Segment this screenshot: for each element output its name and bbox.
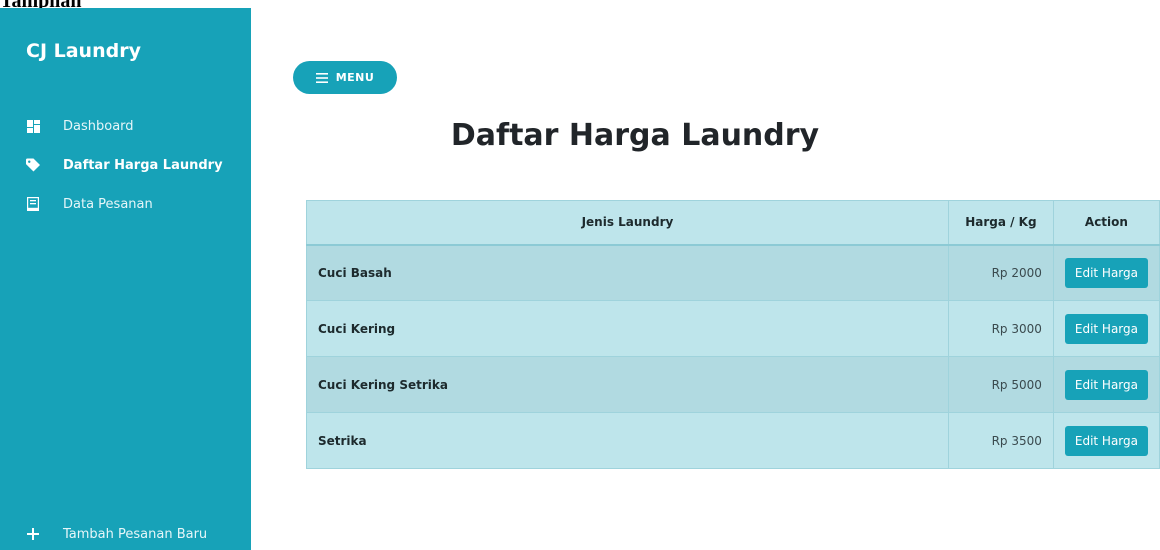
cell-action: Edit Harga <box>1052 356 1160 413</box>
cell-action: Edit Harga <box>1052 244 1160 301</box>
sidebar-item-label: Daftar Harga Laundry <box>63 157 223 173</box>
sidebar-item-dashboard[interactable]: Dashboard <box>26 114 134 138</box>
sidebar-item-daftar-harga[interactable]: Daftar Harga Laundry <box>26 153 223 177</box>
menu-button-label: MENU <box>335 71 375 84</box>
cell-harga: Rp 3000 <box>947 300 1054 357</box>
cell-harga: Rp 2000 <box>947 244 1054 301</box>
table-row: Cuci Kering Setrika Rp 5000 Edit Harga <box>306 356 1160 413</box>
hamburger-icon <box>315 72 328 83</box>
column-header-harga: Harga / Kg <box>947 200 1054 246</box>
table-header-row: Jenis Laundry Harga / Kg Action <box>306 200 1160 246</box>
table-row: Setrika Rp 3500 Edit Harga <box>306 412 1160 469</box>
cell-jenis: Setrika <box>306 412 949 469</box>
tag-icon <box>26 158 40 172</box>
cell-jenis: Cuci Kering Setrika <box>306 356 949 413</box>
cell-harga: Rp 3500 <box>947 412 1054 469</box>
edit-harga-button[interactable]: Edit Harga <box>1064 425 1148 456</box>
cell-jenis: Cuci Basah <box>306 244 949 301</box>
sidebar: CJ Laundry Dashboard Daftar Harga Laundr… <box>0 8 251 550</box>
cell-action: Edit Harga <box>1052 412 1160 469</box>
sidebar-item-label: Data Pesanan <box>63 196 153 212</box>
receipt-icon <box>26 197 40 211</box>
table-row: Cuci Basah Rp 2000 Edit Harga <box>306 244 1160 301</box>
column-header-action: Action <box>1052 200 1160 246</box>
sidebar-item-data-pesanan[interactable]: Data Pesanan <box>26 192 153 216</box>
price-table: Jenis Laundry Harga / Kg Action Cuci Bas… <box>306 200 1160 469</box>
sidebar-item-label: Dashboard <box>63 118 134 134</box>
sidebar-item-tambah-pesanan[interactable]: Tambah Pesanan Baru <box>26 522 207 546</box>
cell-action: Edit Harga <box>1052 300 1160 357</box>
sidebar-item-label: Tambah Pesanan Baru <box>63 526 208 542</box>
cell-harga: Rp 5000 <box>947 356 1054 413</box>
menu-button[interactable]: MENU <box>293 61 397 94</box>
cell-jenis: Cuci Kering <box>306 300 949 357</box>
edit-harga-button[interactable]: Edit Harga <box>1064 369 1148 400</box>
edit-harga-button[interactable]: Edit Harga <box>1064 257 1148 288</box>
brand-title[interactable]: CJ Laundry <box>26 40 141 62</box>
column-header-jenis: Jenis Laundry <box>306 200 949 246</box>
plus-icon <box>26 527 40 541</box>
dashboard-icon <box>26 119 40 133</box>
page-title: Daftar Harga Laundry <box>450 118 820 153</box>
edit-harga-button[interactable]: Edit Harga <box>1064 313 1148 344</box>
table-row: Cuci Kering Rp 3000 Edit Harga <box>306 300 1160 357</box>
